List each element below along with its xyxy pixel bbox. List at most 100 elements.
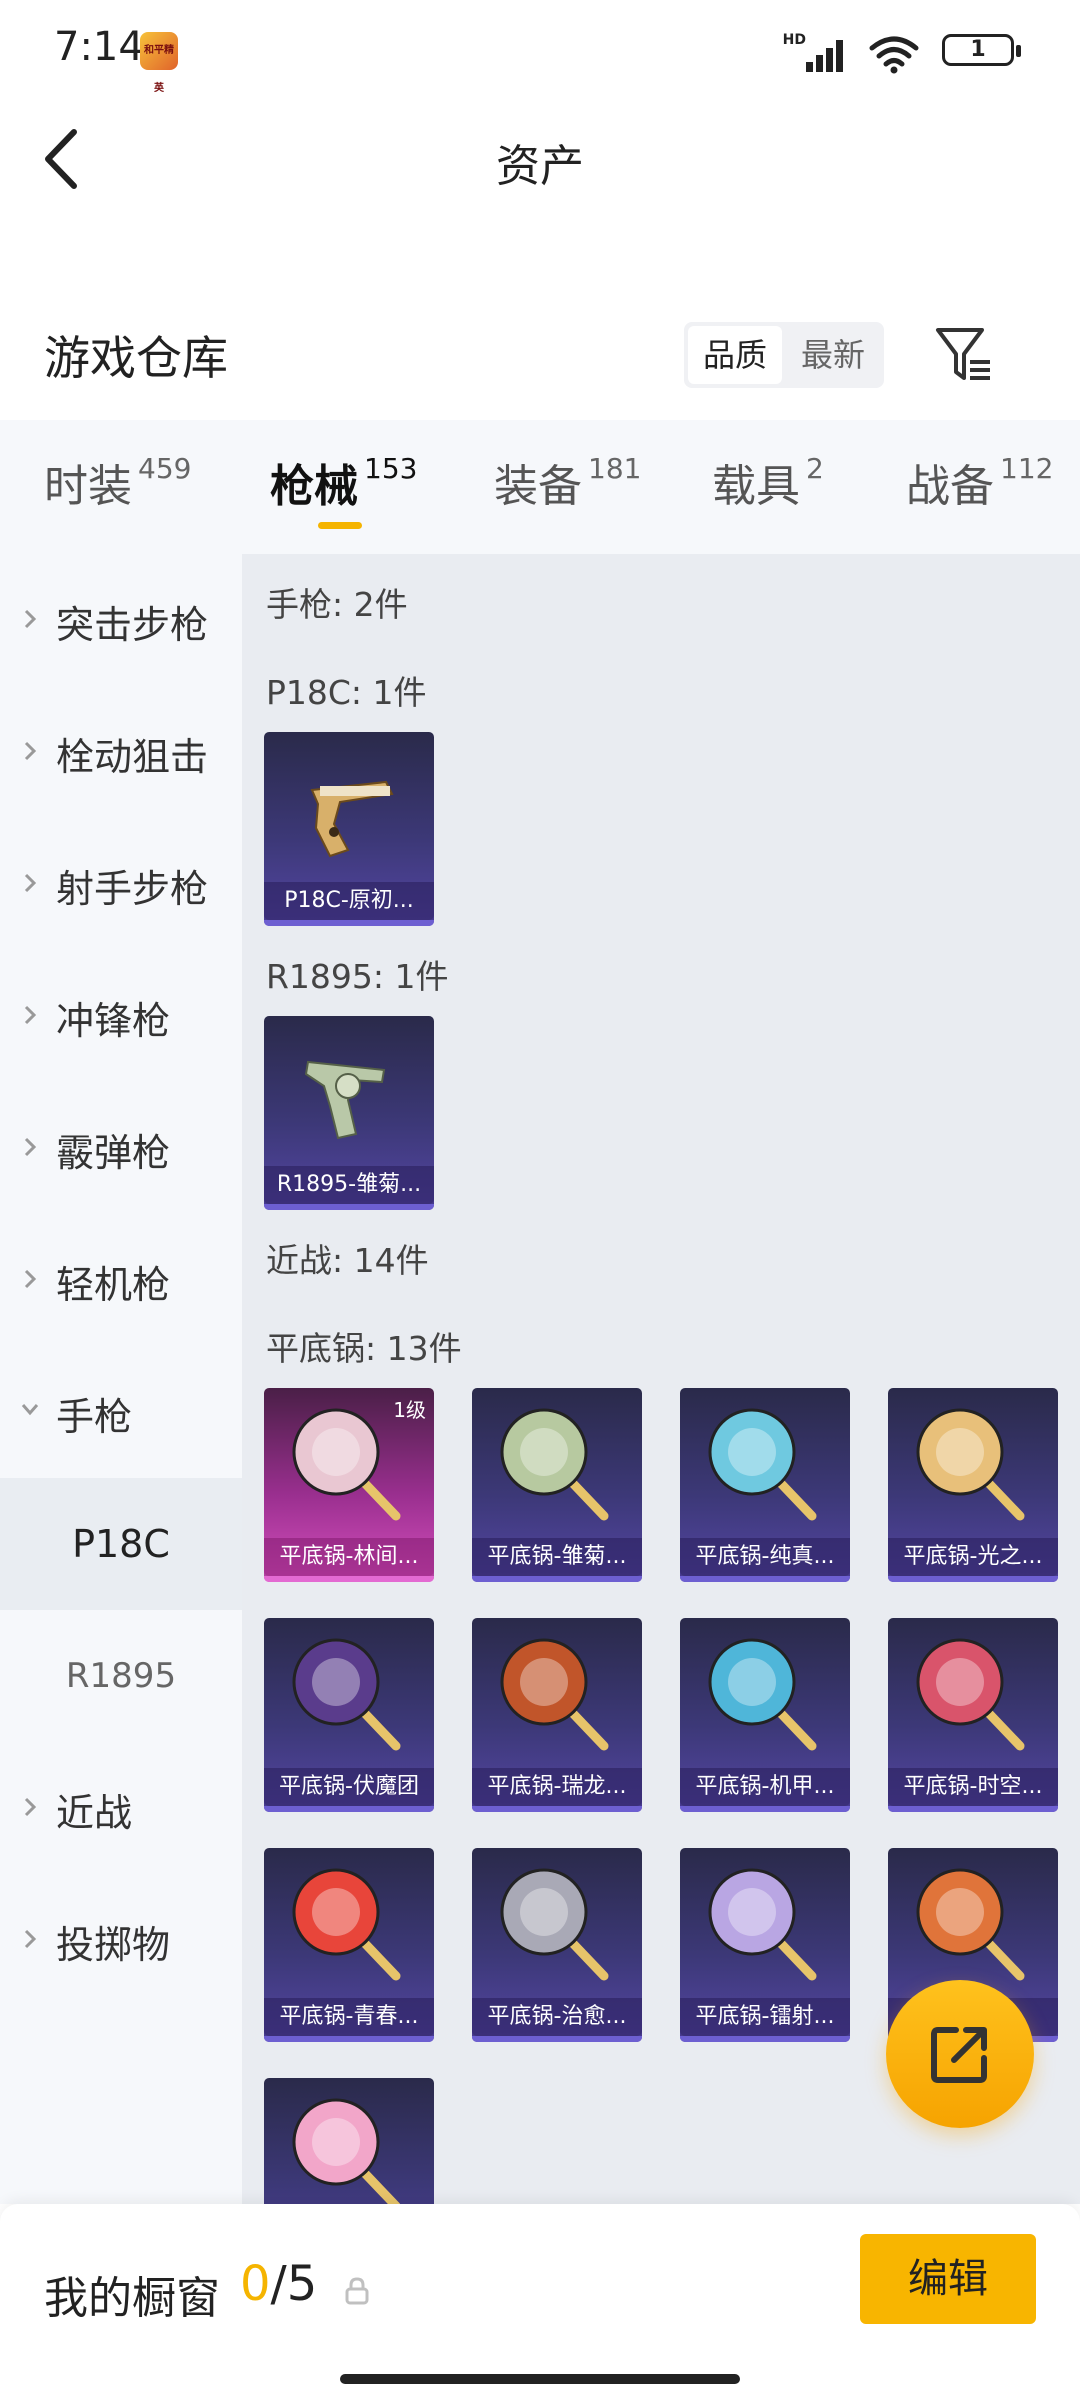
sidebar-item-melee[interactable]: 近战 xyxy=(0,1742,242,1874)
chevron-right-icon xyxy=(24,609,37,629)
top-header: 资产 xyxy=(0,100,1080,220)
item-card-pan[interactable]: 平底锅-光之... xyxy=(888,1388,1058,1582)
item-card-pan[interactable] xyxy=(264,2078,434,2204)
item-card-pan[interactable]: 平底锅-纯真... xyxy=(680,1388,850,1582)
item-card-pan[interactable]: 平底锅-时空... xyxy=(888,1618,1058,1812)
item-card-r1895[interactable]: R1895-雏菊... xyxy=(264,1016,434,1210)
sidebar-subitem-p18c[interactable]: P18C xyxy=(0,1478,242,1610)
share-fab[interactable] xyxy=(886,1980,1034,2128)
sidebar-subitem-label: P18C xyxy=(72,1522,170,1566)
section-header-melee: 近战: 14件 xyxy=(266,1241,429,1280)
weapon-sidebar: 突击步枪 栓动狙击 射手步枪 冲锋枪 霰弹枪 轻机枪 手枪 P18C R1895… xyxy=(0,554,242,2204)
frying-pan-icon xyxy=(708,1868,817,1981)
tab-label: 装备 xyxy=(494,461,582,512)
tab-count: 2 xyxy=(806,452,824,485)
sidebar-item-lmg[interactable]: 轻机枪 xyxy=(0,1214,242,1346)
tab-count: 112 xyxy=(1000,452,1054,485)
game-app-icon: 和平精英 xyxy=(140,32,178,94)
tab-label: 时装 xyxy=(44,461,132,512)
showcase-count: 0/5 xyxy=(240,2256,317,2312)
chevron-right-icon xyxy=(24,1005,37,1025)
sidebar-item-label: 霰弹枪 xyxy=(56,1131,171,1175)
section-header-r1895: R1895: 1件 xyxy=(266,957,449,996)
item-card-label: 平底锅-镭射... xyxy=(680,1998,850,2036)
sidebar-item-smg[interactable]: 冲锋枪 xyxy=(0,950,242,1082)
frying-pan-icon xyxy=(292,2098,401,2204)
sort-by-newest[interactable]: 最新 xyxy=(786,326,880,384)
sidebar-item-shotgun[interactable]: 霰弹枪 xyxy=(0,1082,242,1214)
item-card-label: 平底锅-青春... xyxy=(264,1998,434,2036)
share-external-icon xyxy=(931,2027,987,2083)
sidebar-item-throwables[interactable]: 投掷物 xyxy=(0,1874,242,2006)
item-card-label: 平底锅-雏菊... xyxy=(472,1538,642,1576)
showcase-label: 我的橱窗 xyxy=(44,2273,220,2324)
battery-level: 1 xyxy=(970,37,986,62)
home-indicator[interactable] xyxy=(340,2374,740,2384)
item-card-pan[interactable]: 平底锅-治愈... xyxy=(472,1848,642,2042)
status-icons: HD 1 xyxy=(716,30,1021,74)
chevron-right-icon xyxy=(24,873,37,893)
chevron-right-icon xyxy=(24,1269,37,1289)
chevron-down-icon xyxy=(21,1404,39,1416)
app-screen: 7:14 和平精英 HD 1 资产 游戏仓库 品质 最新 时装 459 枪械 1… xyxy=(0,0,1080,2400)
item-card-label: 平底锅-林间... xyxy=(264,1538,434,1576)
status-time: 7:14 xyxy=(54,24,144,70)
sidebar-item-label: 栓动狙击 xyxy=(56,735,209,779)
sidebar-item-label: 投掷物 xyxy=(56,1923,171,1967)
item-card-pan[interactable]: 平底锅-机甲... xyxy=(680,1618,850,1812)
showcase-separator: / xyxy=(270,2256,287,2312)
sidebar-subitem-r1895[interactable]: R1895 xyxy=(0,1610,242,1742)
wifi-icon xyxy=(869,36,919,74)
revolver-icon xyxy=(304,1060,386,1140)
showcase-bar: 我的橱窗 0/5 编辑 xyxy=(0,2204,1080,2400)
item-card-label: 平底锅-机甲... xyxy=(680,1768,850,1806)
item-card-pan[interactable]: 平底锅-青春... xyxy=(264,1848,434,2042)
tab-label: 载具 xyxy=(712,461,800,512)
item-card-pan[interactable]: 平底锅-镭射... xyxy=(680,1848,850,2042)
chevron-right-icon xyxy=(24,1929,37,1949)
tab-vehicles[interactable]: 载具 2 xyxy=(712,450,824,540)
tab-label: 战备 xyxy=(906,461,994,512)
sort-toggle: 品质 最新 xyxy=(684,322,884,388)
warehouse-title: 游戏仓库 xyxy=(44,331,228,385)
tab-fashion[interactable]: 时装 459 xyxy=(44,450,191,540)
hd-label: HD xyxy=(782,32,806,48)
signal-icon xyxy=(806,40,843,72)
showcase-total: 5 xyxy=(286,2256,318,2312)
warehouse-header: 游戏仓库 品质 最新 xyxy=(0,300,1080,410)
sidebar-item-label: 手枪 xyxy=(56,1395,133,1439)
frying-pan-icon xyxy=(916,1868,1025,1981)
tab-supplies[interactable]: 战备 112 xyxy=(906,450,1053,540)
showcase-current: 0 xyxy=(240,2256,271,2312)
frying-pan-icon xyxy=(500,1408,609,1521)
item-card-pan[interactable]: 平底锅-雏菊... xyxy=(472,1388,642,1582)
sidebar-item-label: 近战 xyxy=(56,1791,133,1835)
category-tabs: 时装 459 枪械 153 装备 181 载具 2 战备 112 xyxy=(0,420,1080,554)
filter-icon xyxy=(936,328,990,380)
pistol-gold-icon xyxy=(310,780,394,858)
item-card-pan[interactable]: 1级 平底锅-林间... xyxy=(264,1388,434,1582)
frying-pan-icon xyxy=(500,1638,609,1751)
section-header-pistol: 手枪: 2件 xyxy=(266,585,408,624)
edit-button[interactable]: 编辑 xyxy=(860,2234,1036,2324)
filter-button[interactable] xyxy=(934,322,994,388)
chevron-right-icon xyxy=(24,741,37,761)
tab-label: 枪械 xyxy=(270,461,358,512)
chevron-right-icon xyxy=(24,1137,37,1157)
status-bar: 7:14 和平精英 HD 1 xyxy=(0,0,1080,100)
active-tab-indicator xyxy=(318,522,362,529)
item-card-label: P18C-原初... xyxy=(264,882,434,920)
sidebar-item-assault-rifle[interactable]: 突击步枪 xyxy=(0,554,242,686)
sort-by-quality[interactable]: 品质 xyxy=(688,326,782,384)
item-card-label: 平底锅-光之... xyxy=(888,1538,1058,1576)
item-card-pan[interactable]: 平底锅-伏魔团 xyxy=(264,1618,434,1812)
sidebar-item-marksman-rifle[interactable]: 射手步枪 xyxy=(0,818,242,950)
item-card-label: 平底锅-时空... xyxy=(888,1768,1058,1806)
sidebar-item-bolt-sniper[interactable]: 栓动狙击 xyxy=(0,686,242,818)
tab-count: 459 xyxy=(138,452,192,485)
game-app-icon-text: 和平精英 xyxy=(144,45,174,94)
tab-equipment[interactable]: 装备 181 xyxy=(494,450,641,540)
item-card-pan[interactable]: 平底锅-瑞龙... xyxy=(472,1618,642,1812)
item-card-p18c[interactable]: P18C-原初... xyxy=(264,732,434,926)
sidebar-item-pistol[interactable]: 手枪 xyxy=(0,1346,242,1478)
